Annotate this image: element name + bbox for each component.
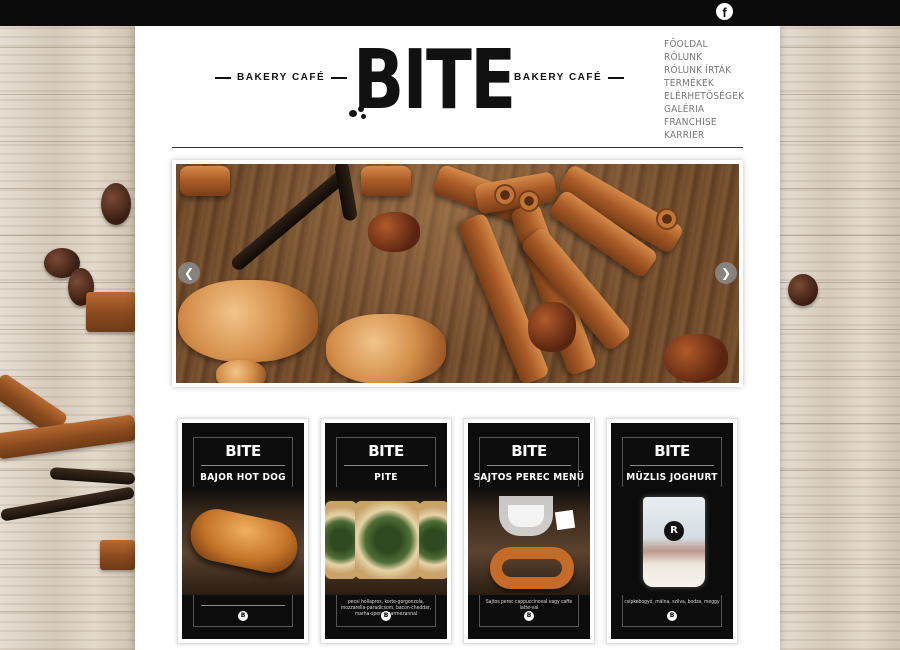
- facebook-icon[interactable]: f: [716, 3, 733, 20]
- walnut: [216, 360, 266, 383]
- card-line: [201, 605, 285, 606]
- card-line: [201, 465, 285, 466]
- walnut: [326, 314, 446, 383]
- product-subtitle: csipkebogyó, málna, szilva, bodza, meggy: [624, 599, 720, 605]
- product-title: MÜZLIS JOGHURT: [626, 472, 718, 483]
- product-card[interactable]: BITE BAJOR HOT DOG B: [177, 418, 309, 644]
- product-card[interactable]: BITE MÜZLIS JOGHURT R csipkebogyó, málna…: [606, 418, 738, 644]
- yogurt-cup-image: [643, 497, 705, 587]
- card-logo: BITE: [225, 442, 261, 460]
- nav-item-termekek[interactable]: TERMÉKEK: [664, 77, 744, 90]
- bite-badge-icon: B: [524, 611, 534, 621]
- vanilla-bean: [333, 164, 359, 222]
- vanilla-bean: [229, 165, 353, 273]
- product-subtitle: Sajtos perec cappuccinoval vagy caffe la…: [485, 599, 573, 611]
- product-photo: [182, 487, 304, 595]
- product-card-image: BITE SAJTOS PEREC MENÜ Sajtos perec capp…: [468, 423, 590, 639]
- raisin: [528, 302, 576, 352]
- card-logo: BITE: [511, 442, 547, 460]
- product-title: SAJTOS PEREC MENÜ: [473, 472, 585, 483]
- dash: [331, 76, 348, 79]
- nav-item-franchise[interactable]: FRANCHISE: [664, 116, 744, 129]
- slider-next-arrow-icon[interactable]: ❯: [715, 262, 737, 284]
- nav-item-elerhetosegek[interactable]: ELÉRHETŐSÉGEK: [664, 90, 744, 103]
- dash: [215, 76, 231, 79]
- tagline-left: BAKERY CAFÉ: [215, 72, 348, 83]
- bite-badge-icon: B: [667, 611, 677, 621]
- pie-image: [355, 501, 421, 579]
- product-title: PITE: [374, 472, 398, 483]
- cinnamon-end: [656, 208, 678, 230]
- card-line: [344, 465, 428, 466]
- nav-item-foldal[interactable]: FŐOLDAL: [664, 38, 744, 51]
- header: BAKERY CAFÉ BITE BAKERY CAFÉ FŐOLDAL RÓL…: [135, 26, 780, 148]
- card-line: [487, 465, 571, 466]
- product-title: BAJOR HOT DOG: [200, 472, 286, 483]
- tagline-text: BAKERY CAFÉ: [514, 72, 603, 83]
- card-logo: BITE: [654, 442, 690, 460]
- product-cards: BITE BAJOR HOT DOG B BITE PITE pecsi hol…: [177, 418, 738, 644]
- pie-image: [325, 501, 357, 579]
- header-divider: [172, 147, 743, 148]
- product-card[interactable]: BITE PITE pecsi hollapros, korte-gorgonz…: [320, 418, 452, 644]
- nav-item-galeria[interactable]: GALÉRIA: [664, 103, 744, 116]
- cinnamon-stick: [100, 540, 135, 570]
- tagline-text: BAKERY CAFÉ: [237, 72, 326, 83]
- cinnamon-stick: [361, 166, 411, 196]
- tagline-right: BAKERY CAFÉ: [492, 72, 625, 83]
- bite-badge-icon: B: [238, 611, 248, 621]
- nav-item-rolunk-irtak[interactable]: RÓLUNK ÍRTÁK: [664, 64, 744, 77]
- hero-slider[interactable]: ❮ ❯: [172, 160, 743, 387]
- nav-item-karrier[interactable]: KARRIER: [664, 129, 744, 142]
- raisin: [368, 212, 420, 252]
- dash: [492, 76, 508, 79]
- nav-item-rolunk[interactable]: RÓLUNK: [664, 51, 744, 64]
- pie-image: [419, 501, 447, 579]
- raisin: [788, 274, 818, 306]
- cinnamon-stick: [0, 414, 138, 460]
- top-bar: f: [0, 0, 900, 26]
- main-page: BAKERY CAFÉ BITE BAKERY CAFÉ FŐOLDAL RÓL…: [135, 26, 780, 650]
- vanilla-bean: [49, 467, 136, 485]
- cinnamon-stick: [180, 166, 230, 196]
- raisin: [101, 183, 131, 225]
- wood-background-right: [780, 0, 900, 650]
- product-card-image: BITE PITE pecsi hollapros, korte-gorgonz…: [325, 423, 447, 639]
- main-nav: FŐOLDAL RÓLUNK RÓLUNK ÍRTÁK TERMÉKEK ELÉ…: [664, 38, 744, 142]
- product-card-image: BITE BAJOR HOT DOG B: [182, 423, 304, 639]
- coffee-cup-image: [508, 505, 544, 527]
- vanilla-bean: [0, 486, 136, 522]
- walnut: [178, 280, 318, 362]
- product-card-image: BITE MÜZLIS JOGHURT R csipkebogyó, málna…: [611, 423, 733, 639]
- card-line: [630, 465, 714, 466]
- slider-prev-arrow-icon[interactable]: ❮: [178, 262, 200, 284]
- product-photo: [468, 487, 590, 595]
- bite-logo-icon: R: [664, 521, 684, 541]
- pretzel-image: [490, 547, 574, 589]
- raisin: [664, 334, 728, 382]
- napkin-image: [554, 509, 576, 531]
- hotdog-image: [185, 504, 303, 578]
- product-photo: R: [611, 487, 733, 595]
- product-card[interactable]: BITE SAJTOS PEREC MENÜ Sajtos perec capp…: [463, 418, 595, 644]
- cinnamon-end: [518, 190, 540, 212]
- cinnamon-end: [494, 184, 516, 206]
- bite-badge-icon: B: [381, 611, 391, 621]
- wood-background-left: [0, 0, 138, 650]
- product-photo: [325, 487, 447, 595]
- card-logo: BITE: [368, 442, 404, 460]
- cinnamon-stick: [86, 292, 136, 332]
- dash: [608, 76, 625, 79]
- logo[interactable]: BITE: [353, 40, 516, 122]
